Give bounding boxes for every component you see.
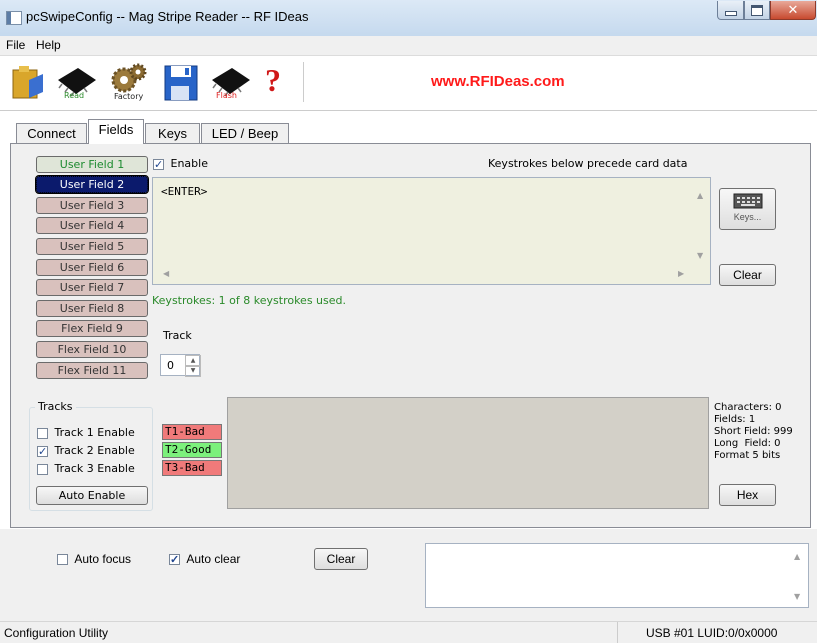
clear-keystrokes-button[interactable]: Clear [719, 264, 776, 286]
scroll-right-icon[interactable]: ▶ [678, 269, 684, 278]
auto-focus-checkbox[interactable]: Auto focus [57, 552, 131, 566]
user-field-5-button[interactable]: User Field 5 [36, 238, 148, 255]
read-label: Read [64, 91, 85, 100]
status-bar: Configuration Utility USB #01 LUID:0/0x0… [0, 621, 817, 643]
flex-field-9-button[interactable]: Flex Field 9 [36, 320, 148, 337]
characters-stat: Characters: 0 [714, 402, 782, 413]
user-field-7-button[interactable]: User Field 7 [36, 279, 148, 296]
website-link[interactable]: www.RFIDeas.com [431, 73, 565, 90]
maximize-button[interactable] [744, 1, 770, 20]
auto-clear-checkbox[interactable]: Auto clear [169, 552, 240, 566]
keystrokes-textbox[interactable]: <ENTER> ▲ ▼ ◀ ▶ [152, 177, 711, 285]
user-field-1-button[interactable]: User Field 1 [36, 156, 148, 173]
read-button[interactable]: Read [54, 62, 98, 102]
save-button[interactable] [162, 62, 198, 102]
track-3-checkbox[interactable]: Track 3 Enable [37, 462, 135, 475]
scroll-down-icon[interactable]: ▼ [697, 251, 703, 260]
track-3-label: Track 3 Enable [54, 462, 135, 475]
enable-label: Enable [170, 157, 208, 170]
keyboard-icon [733, 193, 762, 209]
flash-button[interactable]: Flash [208, 62, 252, 102]
status-right: USB #01 LUID:0/0x0000 [646, 626, 778, 640]
fields-stat: Fields: 1 [714, 414, 756, 425]
clear-bottom-button[interactable]: Clear [314, 548, 368, 570]
track-1-check[interactable] [37, 427, 48, 439]
user-field-6-button[interactable]: User Field 6 [36, 259, 148, 276]
close-button[interactable] [770, 1, 816, 20]
title-bar: pcSwipeConfig -- Mag Stripe Reader -- RF… [0, 0, 817, 36]
user-field-8-button[interactable]: User Field 8 [36, 300, 148, 317]
auto-clear-check[interactable] [169, 554, 180, 566]
track-2-check[interactable] [37, 445, 48, 457]
track-value: 0 [167, 359, 174, 372]
track-1-label: Track 1 Enable [54, 426, 135, 439]
track-spinner[interactable]: 0 ▲ ▼ [160, 354, 201, 377]
tracks-title: Tracks [35, 400, 76, 413]
spin-down-icon[interactable]: ▼ [185, 365, 201, 377]
track-1-checkbox[interactable]: Track 1 Enable [37, 426, 135, 439]
help-button[interactable]: ? [262, 62, 284, 102]
factory-label: Factory [114, 92, 144, 101]
hex-button[interactable]: Hex [719, 484, 776, 506]
menu-file[interactable]: File [6, 38, 25, 52]
auto-enable-button[interactable]: Auto Enable [36, 486, 148, 505]
scroll-up-icon[interactable]: ▲ [794, 552, 800, 561]
scroll-down-icon[interactable]: ▼ [794, 592, 800, 601]
tab-fields[interactable]: Fields [88, 119, 144, 144]
tab-led-beep[interactable]: LED / Beep [201, 123, 289, 143]
enable-check[interactable] [153, 158, 164, 170]
format-stat: Format 5 bits [714, 450, 781, 461]
menu-help[interactable]: Help [36, 38, 61, 52]
flex-field-10-button[interactable]: Flex Field 10 [36, 341, 148, 358]
track-label: Track [163, 329, 192, 342]
user-field-4-button[interactable]: User Field 4 [36, 217, 148, 234]
tab-connect[interactable]: Connect [16, 123, 87, 143]
auto-clear-label: Auto clear [186, 552, 241, 566]
precede-label: Keystrokes below precede card data [488, 157, 688, 170]
keys-button[interactable]: Keys... [719, 188, 776, 230]
window-title: pcSwipeConfig -- Mag Stripe Reader -- RF… [26, 9, 309, 24]
minimize-button[interactable] [717, 1, 744, 20]
scroll-up-icon[interactable]: ▲ [697, 191, 703, 200]
output-textbox[interactable]: ▲ ▼ [425, 543, 809, 608]
auto-focus-check[interactable] [57, 554, 68, 566]
short-field-stat: Short Field: 999 [714, 426, 793, 437]
flash-label: Flash [216, 91, 237, 100]
keystrokes-value: <ENTER> [161, 185, 208, 198]
folder-icon [12, 66, 43, 99]
app-icon [6, 11, 22, 25]
scroll-left-icon[interactable]: ◀ [163, 269, 169, 278]
auto-focus-label: Auto focus [74, 552, 132, 566]
track-2-label: Track 2 Enable [54, 444, 135, 457]
question-mark-icon: ? [265, 62, 281, 98]
menu-bar: File Help [0, 36, 817, 56]
track-3-check[interactable] [37, 463, 48, 475]
floppy-disk-icon [164, 65, 198, 101]
status-left: Configuration Utility [4, 626, 109, 640]
user-field-3-button[interactable]: User Field 3 [36, 197, 148, 214]
flex-field-11-button[interactable]: Flex Field 11 [36, 362, 148, 379]
track-2-checkbox[interactable]: Track 2 Enable [37, 444, 135, 457]
track-1-status: T1-Bad [162, 424, 222, 440]
keys-label: Keys... [733, 212, 762, 222]
open-folder-button[interactable] [11, 62, 45, 102]
long-field-stat: Long Field: 0 [714, 438, 781, 449]
toolbar-separator [303, 62, 304, 102]
enable-checkbox[interactable]: Enable [153, 157, 208, 170]
tab-keys[interactable]: Keys [145, 123, 200, 143]
track-2-status: T2-Good [162, 442, 222, 458]
keystrokes-used-label: Keystrokes: 1 of 8 keystrokes used. [152, 294, 346, 307]
user-field-2-button[interactable]: User Field 2 [35, 175, 149, 194]
status-divider [617, 622, 618, 643]
factory-button[interactable]: Factory [108, 62, 150, 102]
track-3-status: T3-Bad [162, 460, 222, 476]
card-data-display [227, 397, 709, 509]
